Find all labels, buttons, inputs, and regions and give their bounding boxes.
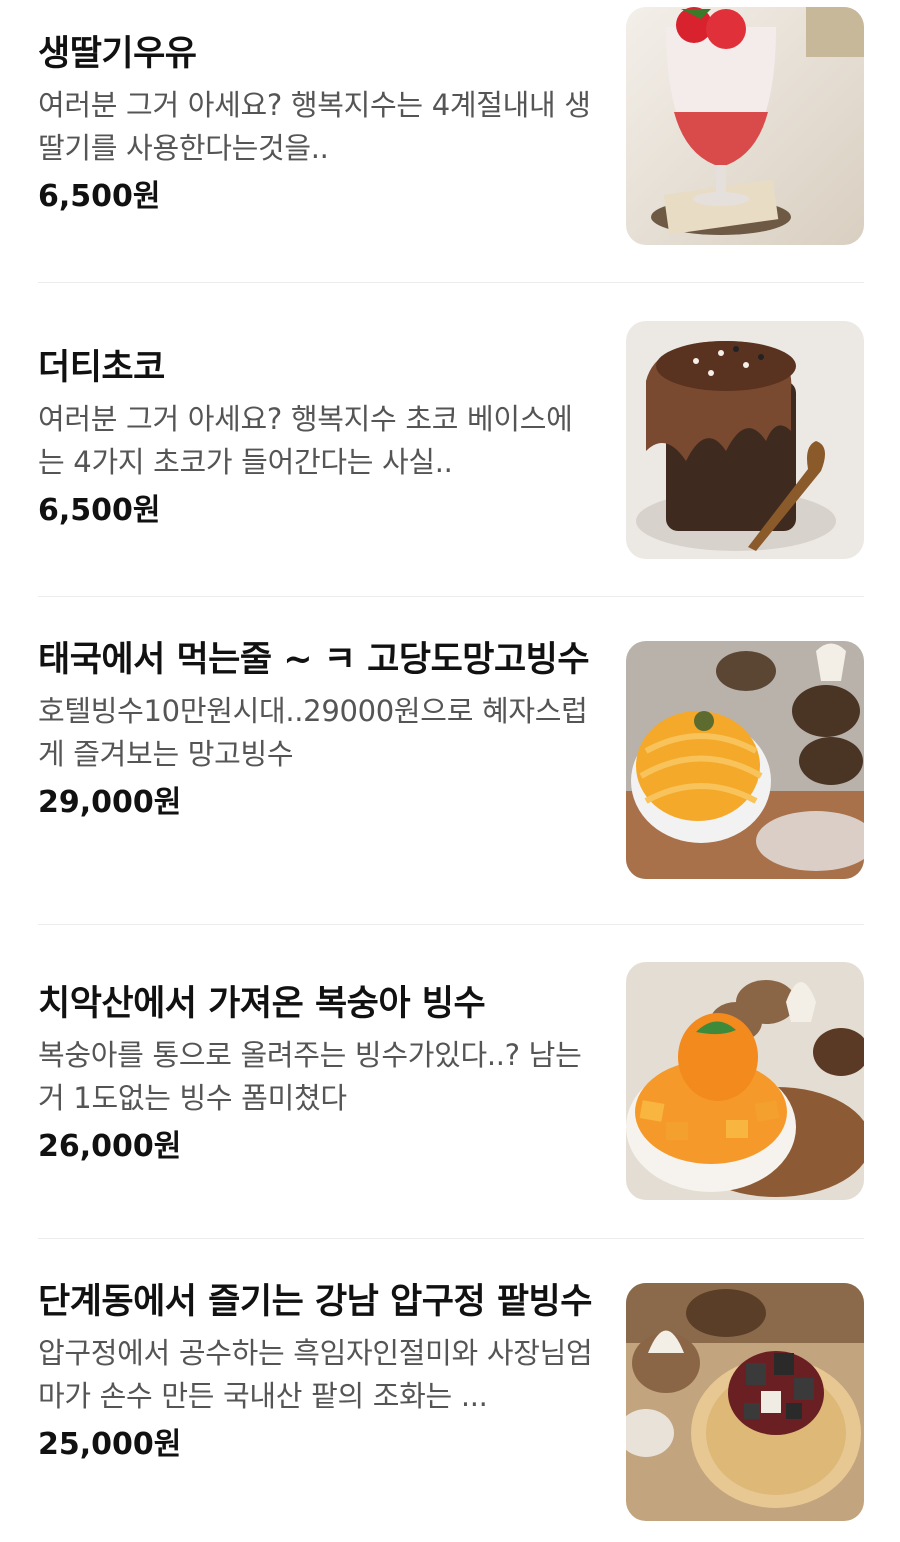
menu-item-price: 6,500원 xyxy=(38,493,161,528)
menu-item-description: 호텔빙수10만원시대..29000원으로 혜자스럽게 즐겨보는 망고빙수 xyxy=(38,694,588,771)
menu-item-price: 29,000원 xyxy=(38,785,182,820)
menu-item-description: 복숭아를 통으로 올려주는 빙수가있다..? 남는거 1도없는 빙수 폼미쳤다 xyxy=(38,1038,582,1115)
menu-item-description: 압구정에서 공수하는 흑임자인절미와 사장님엄마가 손수 만든 국내산 팥의 조… xyxy=(38,1336,593,1413)
menu-item-description: 여러분 그거 아세요? 행복지수 초코 베이스에는 4가지 초코가 들어간다는 … xyxy=(38,402,573,479)
menu-item-price: 25,000원 xyxy=(38,1427,182,1462)
mango-bingsu-photo[interactable] xyxy=(626,641,864,879)
divider xyxy=(38,282,864,283)
dirty-choco-photo[interactable] xyxy=(626,321,864,559)
red-bean-bingsu-photo[interactable] xyxy=(626,1283,864,1521)
menu-item-title: 생딸기우유 xyxy=(38,34,197,74)
menu-item-price: 26,000원 xyxy=(38,1129,182,1164)
menu-item[interactable]: 치악산에서 가져온 복숭아 빙수 복숭아를 통으로 올려주는 빙수가있다..? … xyxy=(38,962,864,1220)
divider xyxy=(38,924,864,925)
menu-item-price: 6,500원 xyxy=(38,179,161,214)
strawberry-milk-photo[interactable] xyxy=(626,7,864,245)
menu-item[interactable]: 더티초코 여러분 그거 아세요? 행복지수 초코 베이스에는 4가지 초코가 들… xyxy=(38,321,864,576)
menu-item-title: 더티초코 xyxy=(38,348,165,388)
menu-item-title: 치악산에서 가져온 복숭아 빙수 xyxy=(38,984,486,1024)
peach-bingsu-photo[interactable] xyxy=(626,962,864,1200)
menu-item[interactable]: 생딸기우유 여러분 그거 아세요? 행복지수는 4계절내내 생딸기를 사용한다는… xyxy=(38,7,864,262)
menu-item-title: 태국에서 먹는줄 ~ ㅋ 고당도망고빙수 xyxy=(38,640,590,680)
menu-item[interactable]: 단계동에서 즐기는 강남 압구정 팥빙수 압구정에서 공수하는 흑임자인절미와 … xyxy=(38,1276,864,1536)
menu-item-description: 여러분 그거 아세요? 행복지수는 4계절내내 생딸기를 사용한다는것을.. xyxy=(38,88,591,165)
divider xyxy=(38,1238,864,1239)
divider xyxy=(38,596,864,597)
menu-item-title: 단계동에서 즐기는 강남 압구정 팥빙수 xyxy=(38,1282,592,1322)
menu-item[interactable]: 태국에서 먹는줄 ~ ㅋ 고당도망고빙수 호텔빙수10만원시대..29000원으… xyxy=(38,634,864,894)
